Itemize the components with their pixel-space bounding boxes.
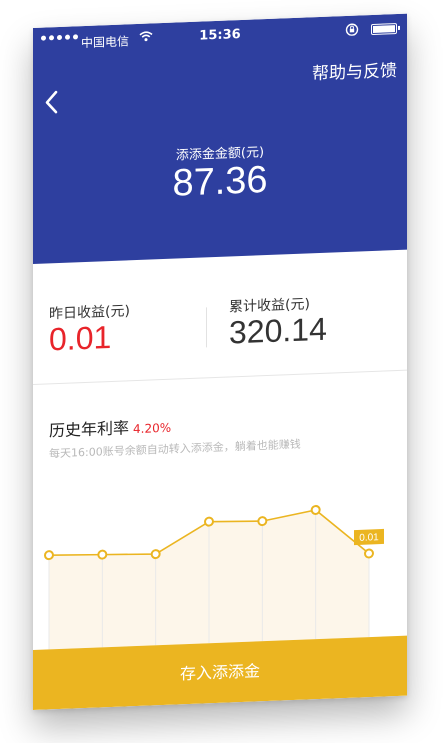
header: 中国电信 15:36 帮助与反馈 添添金金额(元) 87.36 xyxy=(33,13,407,264)
chart-point xyxy=(204,516,214,527)
back-arrow-icon[interactable] xyxy=(41,89,63,116)
chart-point xyxy=(310,504,321,515)
chart-point xyxy=(97,549,108,560)
status-bar: 中国电信 15:36 xyxy=(33,14,407,58)
rate-history-chart: 0.01 xyxy=(44,504,384,650)
phone-screen: 中国电信 15:36 帮助与反馈 添添金金额(元) 87.36 昨日收益(元) … xyxy=(33,13,407,710)
total-earnings-value: 320.14 xyxy=(229,310,327,351)
chart-point xyxy=(150,549,161,560)
rate-heading: 历史年利率 4.20% xyxy=(49,413,171,442)
rate-value: 4.20% xyxy=(133,420,172,437)
earnings-divider xyxy=(206,307,207,348)
battery-icon xyxy=(371,23,397,36)
chart-point xyxy=(257,516,268,527)
yesterday-earnings-value: 0.01 xyxy=(49,318,112,358)
chart-point xyxy=(364,548,374,559)
earnings-panel: 昨日收益(元) 0.01 累计收益(元) 320.14 xyxy=(33,249,407,385)
rate-label: 历史年利率 xyxy=(49,418,130,441)
help-feedback-link[interactable]: 帮助与反馈 xyxy=(312,56,397,84)
chart-point-label: 0.01 xyxy=(359,532,379,544)
orientation-lock-icon xyxy=(345,22,359,39)
chart-point xyxy=(44,550,54,561)
